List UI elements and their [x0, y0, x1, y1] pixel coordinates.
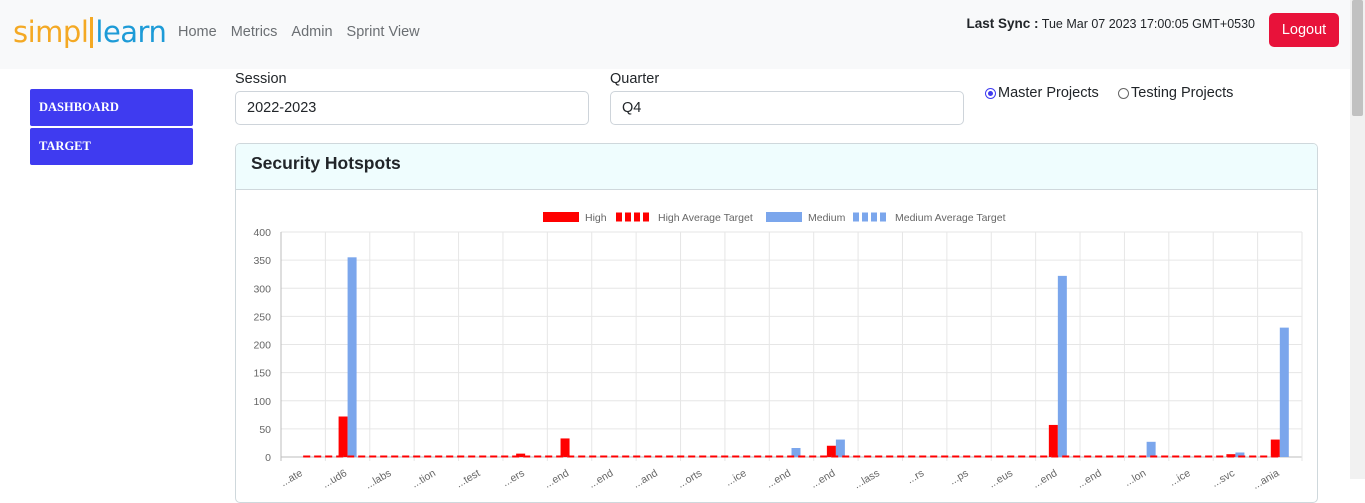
logo-divider — [90, 17, 94, 48]
nav-link-metrics[interactable]: Metrics — [231, 24, 278, 40]
logo-part-2: learn — [95, 15, 167, 49]
y-tick-label: 50 — [259, 424, 271, 436]
nav-links: Home Metrics Admin Sprint View — [178, 24, 420, 40]
bar-high — [1048, 424, 1058, 457]
bar-medium — [1146, 441, 1156, 457]
scrollbar-thumb[interactable] — [1352, 0, 1363, 116]
nav-link-home[interactable]: Home — [178, 24, 217, 40]
x-tick-label: ...ps — [947, 467, 970, 487]
y-tick-label: 0 — [265, 452, 271, 464]
radio-master-label: Master Projects — [998, 85, 1099, 101]
session-input[interactable] — [235, 91, 589, 125]
logout-button[interactable]: Logout — [1269, 13, 1339, 47]
logo-part-1: simpl — [13, 15, 89, 49]
x-tick-label: ...ania — [1251, 467, 1282, 492]
bar-medium — [835, 439, 845, 457]
x-tick-label: ...ice — [723, 467, 748, 489]
y-tick-label: 100 — [253, 396, 271, 408]
radio-testing-projects[interactable]: Testing Projects — [1118, 85, 1233, 101]
bar-medium — [347, 257, 357, 457]
security-hotspots-chart: High High Average Target Medium Medium Aver… — [253, 212, 1303, 492]
sidebar-item-dashboard[interactable]: DASHBOARD — [30, 89, 193, 126]
x-tick-label: ...ate — [278, 467, 304, 489]
y-tick-label: 200 — [253, 340, 271, 352]
y-tick-label: 400 — [253, 227, 271, 239]
last-sync-value: Tue Mar 07 2023 17:00:05 GMT+0530 — [1041, 17, 1255, 31]
y-tick-label: 150 — [253, 368, 271, 380]
x-tick-label: ...lass — [852, 467, 882, 491]
radio-testing-label: Testing Projects — [1131, 85, 1234, 101]
bar-medium — [1279, 327, 1289, 457]
legend-swatch-2 — [766, 212, 802, 222]
legend-label-3: Medium Average Target — [895, 212, 1006, 224]
x-tick-label: ...ice — [1167, 467, 1192, 489]
legend-label-2: Medium — [808, 212, 846, 224]
legend-swatch-0 — [543, 212, 579, 222]
x-tick-label: ...ers — [500, 467, 526, 489]
radio-testing-indicator[interactable] — [1118, 87, 1129, 99]
legend-label-0: High — [585, 212, 607, 224]
y-tick-label: 300 — [253, 283, 271, 295]
last-sync-label: Last Sync : — [966, 16, 1039, 31]
security-hotspots-card: Security Hotspots High High Average Targe… — [235, 143, 1318, 503]
nav-link-admin[interactable]: Admin — [291, 24, 332, 40]
bar-medium — [1057, 275, 1067, 457]
legend-label-1: High Average Target — [658, 212, 753, 224]
last-sync: Last Sync : Tue Mar 07 2023 17:00:05 GMT… — [967, 16, 1256, 31]
page-scrollbar[interactable] — [1350, 0, 1365, 479]
bar-high — [560, 438, 570, 457]
x-tick-label: ...lon — [1122, 467, 1148, 489]
y-tick-label: 250 — [253, 311, 271, 323]
y-tick-label: 350 — [253, 255, 271, 267]
x-tick-label: ...rs — [905, 467, 926, 486]
nav-link-sprint-view[interactable]: Sprint View — [347, 24, 420, 40]
session-label: Session — [235, 71, 287, 87]
x-tick-label: ...labs — [363, 467, 393, 491]
bar-high — [1270, 439, 1280, 457]
simplilearn-logo[interactable]: simpl learn — [13, 14, 167, 50]
radio-master-projects[interactable]: Master Projects — [985, 85, 1099, 101]
bar-high — [826, 445, 836, 457]
quarter-input[interactable] — [610, 91, 964, 125]
sidebar-item-target[interactable]: TARGET — [30, 128, 193, 165]
top-navbar: simpl learn Home Metrics Admin Sprint Vie… — [0, 0, 1350, 69]
radio-master-indicator[interactable] — [985, 87, 996, 99]
quarter-label: Quarter — [610, 71, 660, 87]
bar-high — [338, 416, 348, 457]
